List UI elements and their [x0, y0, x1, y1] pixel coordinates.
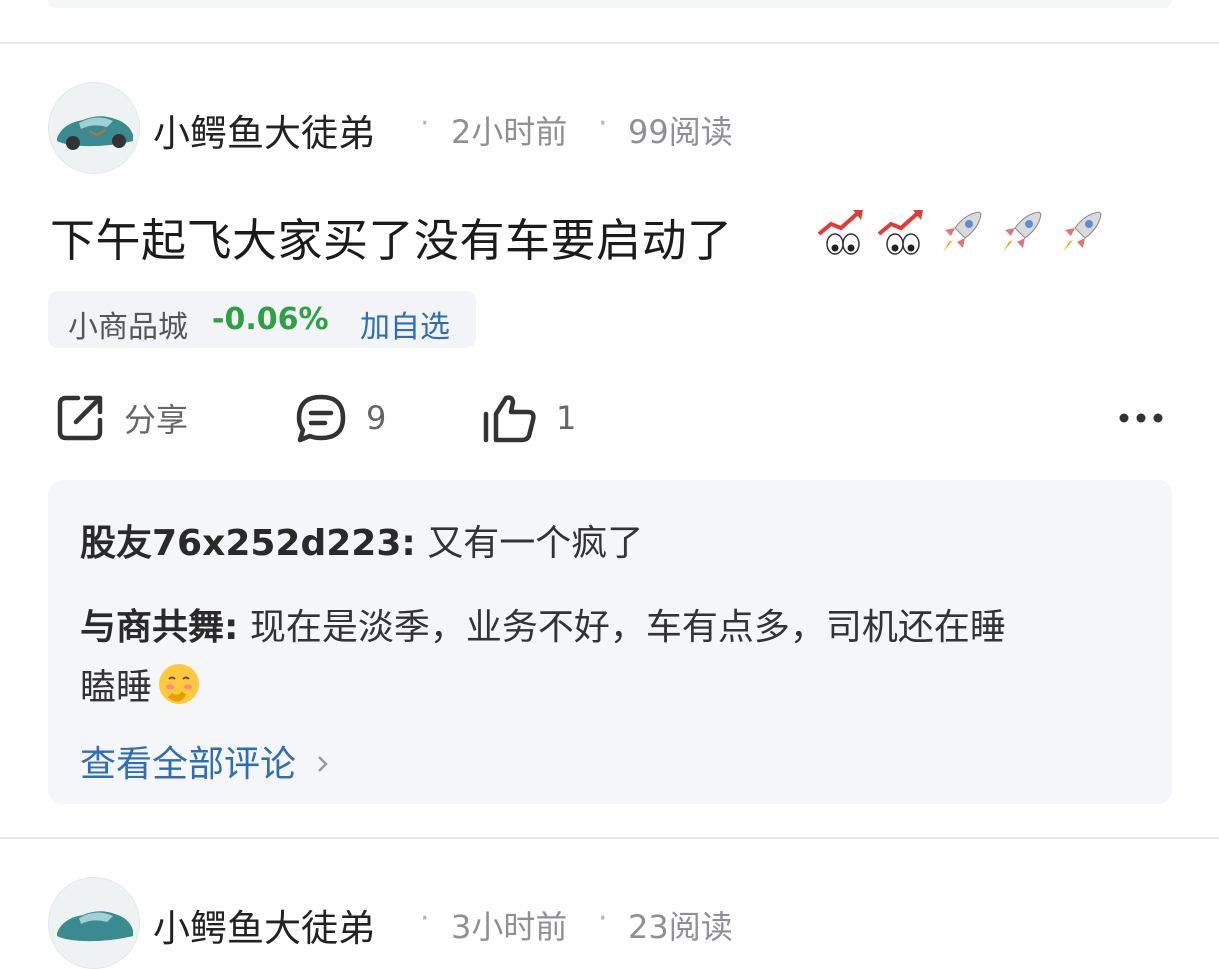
comment-user[interactable]: 与商共舞 [80, 607, 224, 648]
comment-icon [296, 394, 346, 443]
more-icon [1119, 413, 1163, 423]
meta-separator: · [598, 901, 608, 936]
comment-count: 9 [366, 399, 387, 437]
chart-up-eyes-emoji [877, 210, 923, 255]
previous-post-card [48, 0, 1172, 8]
post-emojis [815, 206, 1107, 258]
post-time: 2小时前 [451, 113, 568, 151]
post-time: 3小时前 [451, 908, 568, 946]
avatar[interactable] [48, 82, 140, 174]
car-avatar-icon [49, 878, 139, 968]
view-all-comments-link[interactable]: 查看全部评论 [80, 735, 331, 787]
thumbs-up-icon [483, 395, 536, 443]
like-button[interactable]: 1 [482, 386, 576, 450]
rocket-emoji [1003, 211, 1042, 252]
author-name[interactable]: 小鳄鱼大徒弟 [153, 898, 375, 952]
more-button[interactable] [1118, 386, 1164, 450]
comment-text: 又有一个疯了 [427, 523, 644, 564]
share-button[interactable]: 分享 [54, 386, 188, 450]
read-count: 99阅读 [628, 113, 733, 151]
meta-separator: · [420, 901, 430, 936]
divider [0, 837, 1219, 839]
comment-preview[interactable]: 股友76x252d223: 又有一个疯了 与商共舞: 现在是淡季，业务不好，车有… [48, 480, 1172, 804]
stock-tag[interactable]: 小商品城 -0.06% 加自选 [48, 291, 476, 348]
comment-item[interactable]: 股友76x252d223: 又有一个疯了 [80, 514, 643, 566]
comment-button[interactable]: 9 [294, 386, 386, 450]
stock-change: -0.06% [212, 302, 329, 337]
comment-text: 现在是淡季，业务不好，车有点多，司机还在睡 [249, 607, 1006, 648]
comment-user[interactable]: 股友76x252d223 [80, 523, 401, 564]
rocket-emoji [1063, 211, 1102, 252]
stock-name[interactable]: 小商品城 [68, 302, 188, 346]
action-bar: 分享 9 1 [0, 386, 1219, 450]
author-name[interactable]: 小鳄鱼大徒弟 [153, 103, 375, 157]
post-content[interactable]: 下午起飞大家买了没有车要启动了 [50, 204, 733, 269]
avatar[interactable] [48, 877, 140, 969]
comment-item[interactable]: 与商共舞: 现在是淡季，业务不好，车有点多，司机还在睡 [80, 598, 1006, 650]
chevron-right-icon [318, 756, 329, 772]
car-avatar-icon [49, 83, 139, 173]
meta-separator: · [598, 106, 608, 141]
chart-up-eyes-emoji [817, 210, 863, 255]
share-icon [57, 395, 103, 441]
like-count: 1 [556, 399, 577, 437]
blush-smile-emoji [159, 664, 200, 704]
share-label: 分享 [124, 401, 189, 439]
rocket-emoji [943, 211, 982, 252]
divider [0, 42, 1219, 44]
add-watchlist-button[interactable]: 加自选 [360, 302, 450, 346]
read-count: 23阅读 [628, 908, 733, 946]
comment-text-continued: 瞌睡 [80, 658, 202, 710]
meta-separator: · [420, 106, 430, 141]
